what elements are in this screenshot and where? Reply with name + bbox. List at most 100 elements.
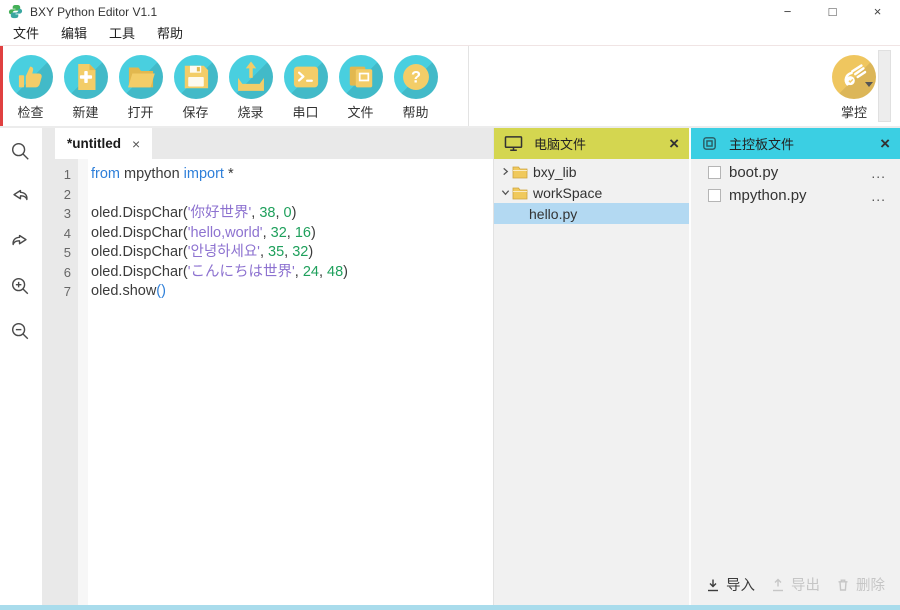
toolbar-button-label: 打开: [127, 102, 153, 121]
computer-files-panel: 电脑文件 × bxy_lib workSpace hello.py: [493, 128, 689, 605]
zoom-out-icon[interactable]: [9, 320, 33, 344]
file-more-button[interactable]: ...: [871, 188, 886, 204]
board-files-header: 主控板文件 ×: [691, 128, 900, 159]
toolbar-button-label: 串口: [292, 102, 318, 121]
folder-icon: [512, 186, 528, 200]
board-files-panel: 主控板文件 × boot.py...mpython.py... 导入导出删除: [691, 128, 900, 605]
delete-button[interactable]: 删除: [836, 574, 885, 595]
minimize-button[interactable]: −: [765, 0, 810, 23]
toolbar-button-label: 帮助: [402, 102, 428, 121]
board-file-label: boot.py: [729, 164, 778, 181]
device-button-label: 掌控: [841, 102, 867, 121]
window-bottom-edge: [0, 605, 900, 610]
toolbar-button-new[interactable]: 新建: [58, 46, 113, 126]
menu-item-edit[interactable]: 编辑: [50, 23, 98, 45]
toolbar-button-serial[interactable]: 串口: [278, 46, 333, 126]
maximize-button[interactable]: □: [810, 0, 855, 23]
code-line-1: from mpython import *: [91, 165, 493, 185]
line-number: 6: [42, 263, 71, 283]
code-line-4: oled.DispChar('hello,world', 32, 16): [91, 224, 493, 244]
board-file-label: mpython.py: [729, 187, 807, 204]
computer-files-title: 电脑文件: [534, 134, 586, 153]
device-dropdown-arrow[interactable]: [865, 82, 873, 87]
editor-sidebar: [0, 128, 42, 605]
tree-item-workSpace[interactable]: workSpace: [494, 182, 689, 203]
board-file-list: boot.py...mpython.py...: [691, 159, 900, 605]
toolbar-button-open[interactable]: 打开: [113, 46, 168, 126]
board-panel-close-icon[interactable]: ×: [880, 135, 890, 152]
code-line-6: oled.DispChar('こんにちは世界', 24, 48): [91, 263, 493, 283]
toolbar-button-files[interactable]: 文件: [333, 46, 388, 126]
chevron-right-icon[interactable]: [498, 167, 512, 176]
file-more-button[interactable]: ...: [871, 165, 886, 181]
hand-icon: [832, 55, 876, 99]
board-files-title: 主控板文件: [729, 134, 794, 153]
save-icon: [174, 55, 218, 99]
code-lines[interactable]: from mpython import * oled.DispChar('你好世…: [88, 159, 493, 605]
tree-item-bxy_lib[interactable]: bxy_lib: [494, 161, 689, 182]
toolbar-button-label: 新建: [72, 102, 98, 121]
search-icon[interactable]: [9, 140, 33, 164]
folder-icon: [512, 165, 528, 179]
tree-item-hello-py[interactable]: hello.py: [494, 203, 689, 224]
toolbar-button-check[interactable]: 检查: [3, 46, 58, 126]
action-label: 删除: [856, 574, 885, 595]
line-number-gutter: 1234567: [42, 159, 78, 605]
editor-pane: *untitled × 1234567 from mpython import …: [42, 128, 493, 605]
toolbar-button-help[interactable]: ? 帮助: [388, 46, 443, 126]
board-file-boot-py[interactable]: boot.py...: [691, 161, 900, 184]
flash-upload-icon: [229, 55, 273, 99]
app-window: BXY Python Editor V1.1 − □ × 文件编辑工具帮助 检查…: [0, 0, 900, 610]
computer-panel-close-icon[interactable]: ×: [669, 135, 679, 152]
export-button[interactable]: 导出: [771, 574, 820, 595]
menu-bar: 文件编辑工具帮助: [0, 23, 900, 45]
line-number: 5: [42, 243, 71, 263]
tab-bar: *untitled ×: [42, 128, 493, 159]
line-number: 3: [42, 204, 71, 224]
tree-item-label: bxy_lib: [533, 164, 577, 180]
toolbar-button-save[interactable]: 保存: [168, 46, 223, 126]
code-line-2: [91, 185, 493, 205]
toolbar: 检查新建 打开保存烧录 串口 文件? 帮助 掌控: [0, 45, 900, 128]
toolbar-device-section: 掌控: [468, 46, 900, 126]
toolbar-button-label: 烧录: [237, 102, 263, 121]
action-label: 导出: [791, 574, 820, 595]
tab-untitled[interactable]: *untitled ×: [55, 128, 152, 159]
menu-item-help[interactable]: 帮助: [146, 23, 194, 45]
open-folder-icon: [119, 55, 163, 99]
line-number: 4: [42, 224, 71, 244]
import-icon: [706, 578, 723, 592]
serial-terminal-icon: [284, 55, 328, 99]
menu-item-file[interactable]: 文件: [2, 23, 50, 45]
code-editor[interactable]: 1234567 from mpython import * oled.DispC…: [42, 159, 493, 605]
line-number: 1: [42, 165, 71, 185]
toolbar-button-label: 文件: [347, 102, 373, 121]
file-checkbox[interactable]: [708, 189, 721, 202]
board-file-mpython-py[interactable]: mpython.py...: [691, 184, 900, 207]
toolbar-button-flash[interactable]: 烧录: [223, 46, 278, 126]
line-number: 2: [42, 185, 71, 205]
delete-icon: [836, 578, 853, 592]
menu-item-tools[interactable]: 工具: [98, 23, 146, 45]
help-icon: ?: [394, 55, 438, 99]
window-controls: − □ ×: [765, 0, 900, 23]
toolbar-button-device[interactable]: 掌控: [832, 55, 876, 121]
code-line-3: oled.DispChar('你好世界', 38, 0): [91, 204, 493, 224]
close-button[interactable]: ×: [855, 0, 900, 23]
title-bar: BXY Python Editor V1.1 − □ ×: [0, 0, 900, 23]
file-checkbox[interactable]: [708, 166, 721, 179]
redo-icon[interactable]: [9, 230, 33, 254]
zoom-in-icon[interactable]: [9, 275, 33, 299]
toolbar-scrollbar[interactable]: [878, 50, 891, 122]
svg-text:?: ?: [410, 69, 420, 87]
import-button[interactable]: 导入: [706, 574, 755, 595]
new-file-icon: [64, 55, 108, 99]
tab-close-icon[interactable]: ×: [132, 136, 140, 152]
undo-icon[interactable]: [9, 185, 33, 209]
chevron-down-icon[interactable]: [498, 188, 512, 197]
computer-file-tree: bxy_lib workSpace hello.py: [494, 159, 689, 605]
tree-item-label: workSpace: [533, 185, 602, 201]
tree-item-label: hello.py: [529, 206, 577, 222]
export-icon: [771, 578, 788, 592]
code-line-7: oled.show(): [91, 282, 493, 302]
